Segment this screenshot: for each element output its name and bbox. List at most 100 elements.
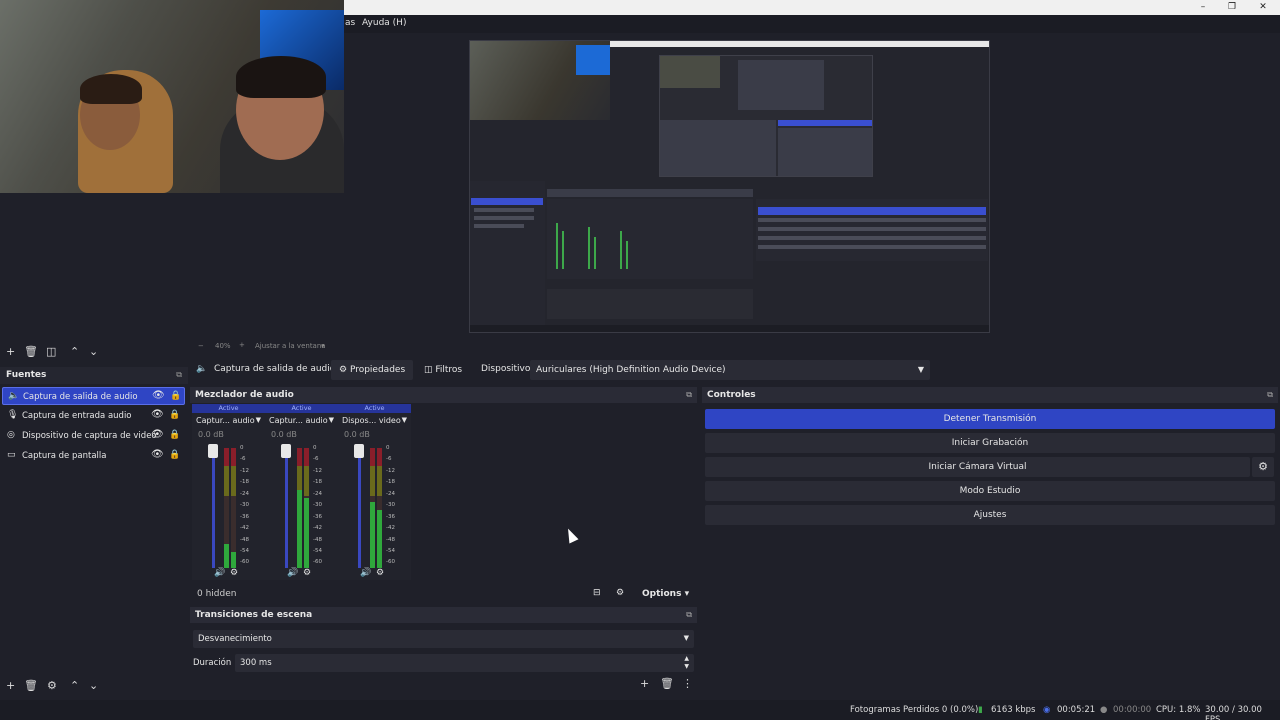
chevron-down-icon[interactable]: ▼ — [329, 416, 334, 424]
chevron-down-icon[interactable]: ▼ — [402, 416, 407, 424]
meter-scale-label: -42 — [386, 525, 395, 531]
fit-to-window[interactable]: Ajustar a la ventana — [255, 342, 326, 350]
config-icon[interactable]: ⚙ — [230, 568, 238, 578]
volume-icon[interactable]: 🔊 — [360, 568, 371, 578]
move-down-icon[interactable]: ⌄ — [89, 345, 98, 359]
sources-toolbar: + 🗑 ⚙ ⌃ ⌄ — [0, 679, 188, 696]
controls-title: Controles — [707, 390, 756, 400]
start-virtual-camera-button[interactable]: Iniciar Cámara Virtual — [705, 457, 1250, 477]
remove-source-icon[interactable]: 🗑 — [24, 679, 38, 693]
meter-scale-label: -42 — [313, 525, 322, 531]
transition-select[interactable]: Desvanecimiento ▼ — [193, 630, 694, 648]
volume-fader-track[interactable] — [358, 448, 361, 568]
volume-fader-track[interactable] — [212, 448, 215, 568]
menu-item-help[interactable]: Ayuda (H) — [362, 18, 406, 28]
zoom-in-icon[interactable]: + — [239, 341, 245, 349]
chevron-down-icon: ▼ — [683, 634, 689, 642]
level-meter — [231, 448, 236, 568]
gear-icon[interactable]: ⚙ — [1252, 457, 1274, 477]
more-options-icon[interactable]: ⋮ — [682, 677, 693, 691]
sources-list: 🔈 Captura de salida de audio 👁 🔒 🎙 Captu… — [0, 385, 188, 675]
device-select[interactable]: Auriculares (High Definition Audio Devic… — [530, 360, 930, 380]
undock-icon[interactable]: ⧉ — [686, 610, 692, 620]
source-settings-icon[interactable]: ⚙ — [47, 679, 57, 693]
source-item-audio-output[interactable]: 🔈 Captura de salida de audio 👁 🔒 — [2, 387, 185, 405]
status-bar: Fotogramas Perdidos 0 (0.0%) ▮ 6163 kbps… — [0, 700, 1280, 720]
undock-icon[interactable]: ⧉ — [1267, 390, 1273, 400]
hidden-count: 0 hidden — [197, 589, 237, 599]
preview-zoom-bar: − 40% + Ajustar a la ventana ▾ — [188, 340, 1280, 352]
move-up-icon[interactable]: ⌃ — [70, 345, 79, 359]
source-label: Captura de entrada audio — [22, 411, 132, 421]
meter-scale-label: -60 — [240, 559, 249, 565]
meter-scale-label: -48 — [240, 537, 249, 543]
advanced-audio-icon[interactable]: ⚙ — [616, 588, 624, 598]
mixer-channel: Active Captur... audio ▼ 0.0 dB 🔊 ⚙ 0 -6 -12 -18 -… — [192, 404, 265, 580]
volume-fader-handle[interactable] — [281, 444, 291, 458]
record-time: 00:00:00 — [1113, 705, 1152, 715]
meter-scale-label: -24 — [313, 491, 322, 497]
preview-nested-screen — [659, 55, 873, 177]
channel-status: Active — [265, 404, 338, 413]
lock-icon[interactable]: 🔒 — [169, 450, 180, 460]
options-button[interactable]: Options ▾ — [642, 589, 689, 599]
volume-fader-handle[interactable] — [354, 444, 364, 458]
start-recording-button[interactable]: Iniciar Grabación — [705, 433, 1275, 453]
fit-dropdown-icon[interactable]: ▾ — [321, 342, 325, 350]
level-meter — [370, 448, 375, 568]
config-icon[interactable]: ⚙ — [376, 568, 384, 578]
filter-icon[interactable]: ◫ — [46, 345, 56, 359]
source-item-video-capture[interactable]: ◎ Dispositivo de captura de video 👁 🔒 — [2, 427, 185, 445]
cpu-usage: CPU: 1.8% — [1156, 705, 1201, 715]
eye-icon[interactable]: 👁 — [152, 390, 165, 401]
source-item-screen-capture[interactable]: ▭ Captura de pantalla 👁 🔒 — [2, 447, 185, 465]
duration-input[interactable]: 300 ms ▲ ▼ — [235, 654, 694, 672]
stop-streaming-button[interactable]: Detener Transmisión — [705, 409, 1275, 429]
minimize-icon[interactable]: – — [1196, 1, 1210, 13]
spinner-icon[interactable]: ▲ ▼ — [684, 655, 689, 671]
menu-item-partial[interactable]: as — [345, 18, 355, 28]
properties-button[interactable]: ⚙ Propiedades — [331, 360, 414, 380]
add-source-icon[interactable]: + — [6, 679, 15, 693]
volume-fader-track[interactable] — [285, 448, 288, 568]
move-down-icon[interactable]: ⌄ — [89, 679, 98, 693]
lock-icon[interactable]: 🔒 — [169, 430, 180, 440]
add-transition-icon[interactable]: + — [640, 677, 649, 691]
stream-icon: ◉ — [1043, 705, 1051, 715]
maximize-icon[interactable]: ❐ — [1225, 1, 1239, 13]
volume-fader-handle[interactable] — [208, 444, 218, 458]
volume-icon[interactable]: 🔊 — [214, 568, 225, 578]
signal-icon: ▮ — [978, 705, 983, 715]
meter-scale-label: -60 — [313, 559, 322, 565]
move-up-icon[interactable]: ⌃ — [70, 679, 79, 693]
close-icon[interactable]: ✕ — [1256, 1, 1270, 13]
lock-icon[interactable]: 🔒 — [170, 391, 181, 401]
add-icon[interactable]: + — [6, 345, 15, 359]
preview-canvas[interactable] — [469, 40, 990, 333]
trash-icon[interactable]: 🗑 — [24, 345, 38, 359]
eye-icon[interactable]: 👁 — [151, 449, 164, 460]
zoom-level: 40% — [215, 342, 231, 350]
meter-scale-label: -24 — [240, 491, 249, 497]
volume-icon[interactable]: 🔊 — [287, 568, 298, 578]
zoom-out-icon[interactable]: − — [198, 342, 204, 350]
filters-button[interactable]: ◫ Filtros — [416, 360, 470, 380]
source-item-audio-input[interactable]: 🎙 Captura de entrada audio 👁 🔒 — [2, 407, 185, 425]
eye-icon[interactable]: 👁 — [151, 409, 164, 420]
meter-scale-label: -30 — [313, 502, 322, 508]
mixer-channel: Active Dispos... video ▼ 0.0 dB 🔊 ⚙ 0 -6 -12 -18 -… — [338, 404, 411, 580]
filters-label: Filtros — [435, 365, 463, 375]
undock-icon[interactable]: ⧉ — [686, 390, 692, 400]
lock-icon[interactable]: 🔒 — [169, 410, 180, 420]
undock-icon[interactable]: ⧉ — [176, 370, 182, 380]
studio-mode-button[interactable]: Modo Estudio — [705, 481, 1275, 501]
speaker-icon: 🔈 — [8, 391, 20, 401]
settings-button[interactable]: Ajustes — [705, 505, 1275, 525]
layout-icon[interactable]: ⊟ — [593, 588, 601, 598]
remove-transition-icon[interactable]: 🗑 — [660, 677, 674, 691]
meter-scale-label: -60 — [386, 559, 395, 565]
meter-scale-label: -36 — [386, 514, 395, 520]
config-icon[interactable]: ⚙ — [303, 568, 311, 578]
eye-icon[interactable]: 👁 — [151, 429, 164, 440]
chevron-down-icon[interactable]: ▼ — [256, 416, 261, 424]
